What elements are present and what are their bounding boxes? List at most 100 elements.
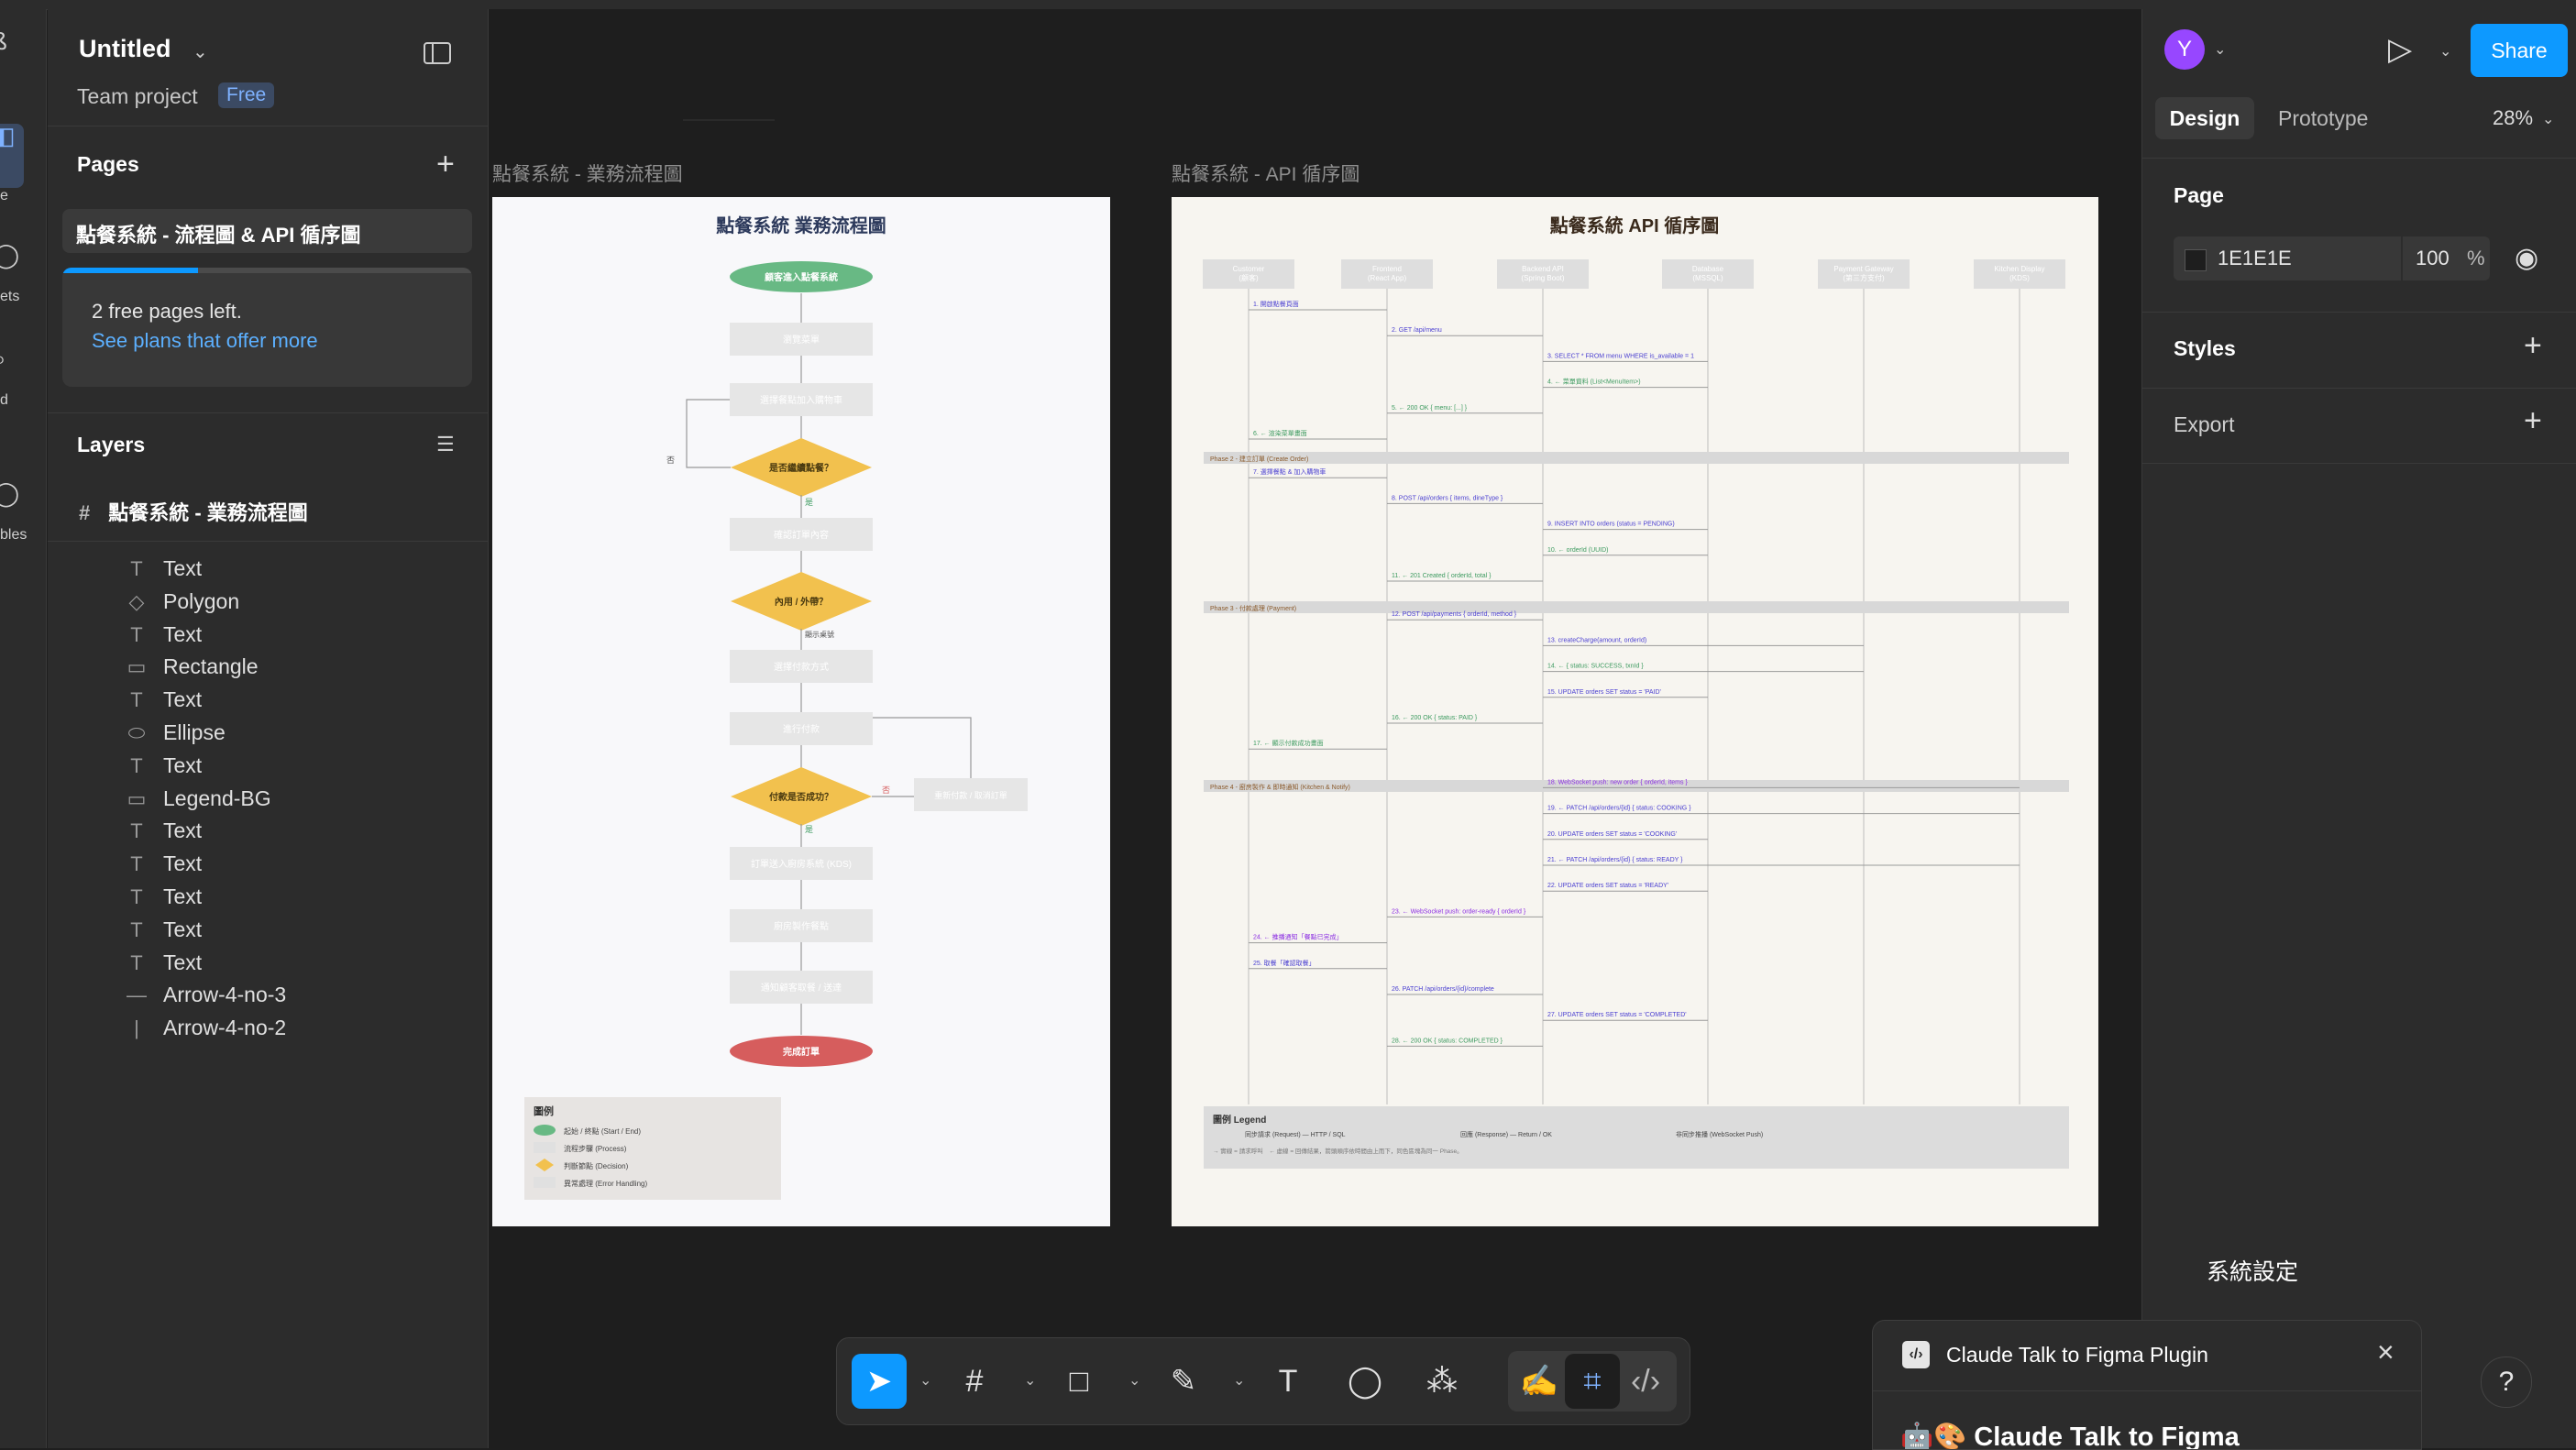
layer-item-label: Text xyxy=(163,950,203,974)
chevron-down-icon[interactable]: ⌄ xyxy=(2542,110,2554,128)
message-label: 23. ← WebSocket push: order-ready { orde… xyxy=(1392,908,1526,915)
close-icon[interactable]: × xyxy=(2377,1335,2394,1369)
flowchart-frame[interactable]: 點餐系統 業務流程圖 顧客進入點餐系統 瀏覽菜單 選擇餐點加入購物車 是否繼續點餐？ 確認… xyxy=(492,197,1110,1226)
legend-item: 流程步驟 (Process) xyxy=(564,1144,627,1153)
pages-usage-fill xyxy=(62,268,198,273)
layer-frame[interactable]: # 點餐系統 - 業務流程圖 xyxy=(79,497,308,526)
layers-icon[interactable]: ◧ xyxy=(0,124,24,188)
draw-icon[interactable]: ✍ xyxy=(1512,1354,1567,1409)
layer-item[interactable]: T Text xyxy=(121,950,202,978)
assets-icon[interactable]: ◯ xyxy=(0,243,46,267)
actions-icon[interactable]: ⁂ xyxy=(1415,1354,1470,1409)
layer-item[interactable]: T Text xyxy=(121,884,202,912)
search-icon[interactable]: ⌕ xyxy=(0,346,46,370)
zoom-level[interactable]: 28% xyxy=(2493,106,2533,130)
layer-item-label: Arrow-4-no-3 xyxy=(163,983,287,1007)
layer-item-label: Rectangle xyxy=(163,654,259,679)
text-layer-icon: T xyxy=(130,852,143,876)
text-icon[interactable]: T xyxy=(1260,1354,1316,1409)
design-mode-icon[interactable]: ⌗ xyxy=(1565,1354,1620,1409)
frame-label-flowchart[interactable]: 點餐系統 - 業務流程圖 xyxy=(492,159,683,187)
file-title[interactable]: Untitled xyxy=(79,35,171,63)
layer-item[interactable]: ▭ Legend-BG xyxy=(121,786,271,814)
text-layer-icon: T xyxy=(130,753,143,777)
layer-item[interactable]: T Text xyxy=(121,917,202,945)
layer-item[interactable]: T Text xyxy=(121,753,202,781)
share-button[interactable]: Share xyxy=(2471,24,2568,77)
layer-item[interactable]: ◇ Polygon xyxy=(121,588,240,617)
legend-swatch xyxy=(534,1177,556,1188)
present-icon[interactable]: ▷ xyxy=(2388,31,2412,68)
add-export-icon[interactable]: + xyxy=(2524,405,2542,436)
layer-item[interactable]: ▭ Rectangle xyxy=(121,654,259,682)
team-name[interactable]: Team project xyxy=(77,84,198,109)
chevron-down-icon[interactable]: ⌄ xyxy=(919,1371,931,1390)
participant-label: (KDS) xyxy=(2009,274,2030,282)
flowchart-title: 點餐系統 業務流程圖 xyxy=(716,214,886,236)
text-layer-icon: T xyxy=(130,950,143,974)
move-icon[interactable]: ➤ xyxy=(852,1354,907,1409)
layer-item[interactable]: T Text xyxy=(121,851,202,879)
layer-item[interactable]: T Text xyxy=(121,818,202,846)
layers-heading: Layers xyxy=(77,433,146,456)
chevron-down-icon[interactable]: ⌄ xyxy=(2214,40,2226,59)
layer-item-label: Text xyxy=(163,556,203,580)
node-label: 選擇餐點加入購物車 xyxy=(760,394,842,406)
message-label: 4. ← 菜單資料 (List<MenuItem>) xyxy=(1547,378,1641,386)
layer-item[interactable]: — Arrow-4-no-3 xyxy=(121,983,286,1010)
color-swatch[interactable] xyxy=(2185,249,2207,271)
page-opacity[interactable]: 100 xyxy=(2416,247,2449,270)
layer-item-label: Ellipse xyxy=(163,720,226,744)
chevron-down-icon[interactable]: ⌄ xyxy=(1024,1371,1036,1390)
comment-icon[interactable]: ◯ xyxy=(1338,1354,1393,1409)
retry-connector xyxy=(873,717,972,778)
chevron-down-icon[interactable]: ⌄ xyxy=(1128,1371,1140,1390)
rail-label-layers: e xyxy=(0,188,8,203)
frame-label-sequence[interactable]: 點餐系統 - API 循序圖 xyxy=(1172,159,1360,187)
page-item[interactable]: 點餐系統 - 流程圖 & API 循序圖 xyxy=(62,209,472,253)
chevron-down-icon[interactable]: ⌄ xyxy=(1233,1371,1245,1390)
page-color-field[interactable]: 1E1E1E 100 % xyxy=(2174,236,2490,280)
layer-item-label: Polygon xyxy=(163,588,240,613)
tab-prototype[interactable]: Prototype xyxy=(2278,106,2368,131)
divider xyxy=(1873,1390,2421,1391)
plugin-code-icon: ‹/› xyxy=(1902,1341,1930,1368)
layer-item[interactable]: | Arrow-4-no-2 xyxy=(121,1016,286,1043)
avatar[interactable]: Y xyxy=(2164,29,2205,70)
message-label: 18. WebSocket push: new order { orderId,… xyxy=(1547,779,1688,785)
message-label: 15. UPDATE orders SET status = 'PAID' xyxy=(1547,689,1661,696)
message-label: 19. ← PATCH /api/orders/{id} { status: C… xyxy=(1547,806,1691,812)
eye-icon[interactable]: ◉ xyxy=(2515,242,2538,274)
ellipse-layer-icon: ⬭ xyxy=(127,721,146,744)
add-style-icon[interactable]: + xyxy=(2524,330,2542,361)
see-plans-link[interactable]: See plans that offer more xyxy=(92,329,318,353)
file-icon[interactable]: ß xyxy=(0,29,46,53)
sequence-frame[interactable]: 點餐系統 API 循序圖 Customer (顧客) Frontend (React A… xyxy=(1172,197,2098,1226)
text-layer-icon: T xyxy=(130,622,143,646)
add-page-icon[interactable]: + xyxy=(436,148,455,180)
participant-label: Backend API xyxy=(1522,265,1564,273)
layer-item[interactable]: T Text xyxy=(121,556,202,584)
variables-icon[interactable]: ◯ xyxy=(0,481,46,505)
shape-icon[interactable]: □ xyxy=(1051,1354,1106,1409)
page-color-hex[interactable]: 1E1E1E xyxy=(2218,247,2292,270)
layer-item[interactable]: T Text xyxy=(121,687,202,715)
sidebar-toggle-icon[interactable] xyxy=(424,42,451,64)
participant-label: (第三方支付) xyxy=(1843,273,1885,282)
participant-label: Database xyxy=(1692,265,1724,273)
collapse-layers-icon[interactable]: ☰ xyxy=(436,433,455,456)
text-layer-icon: T xyxy=(130,688,143,712)
styles-heading: Styles xyxy=(2174,336,2236,360)
participant-label: Kitchen Display xyxy=(1994,265,2044,273)
layer-item-label: Text xyxy=(163,818,203,843)
tab-design[interactable]: Design xyxy=(2155,97,2254,139)
pen-icon[interactable]: ✎ xyxy=(1156,1354,1211,1409)
plan-badge: Free xyxy=(218,82,275,108)
dev-mode-icon[interactable]: ‹/› xyxy=(1618,1354,1673,1409)
chevron-down-icon[interactable]: ⌄ xyxy=(193,40,208,63)
chevron-down-icon[interactable]: ⌄ xyxy=(2439,42,2451,60)
layer-item[interactable]: T Text xyxy=(121,622,202,650)
help-button[interactable]: ? xyxy=(2481,1357,2532,1408)
frame-icon[interactable]: # xyxy=(947,1354,1002,1409)
layer-item[interactable]: ⬭ Ellipse xyxy=(121,720,226,748)
